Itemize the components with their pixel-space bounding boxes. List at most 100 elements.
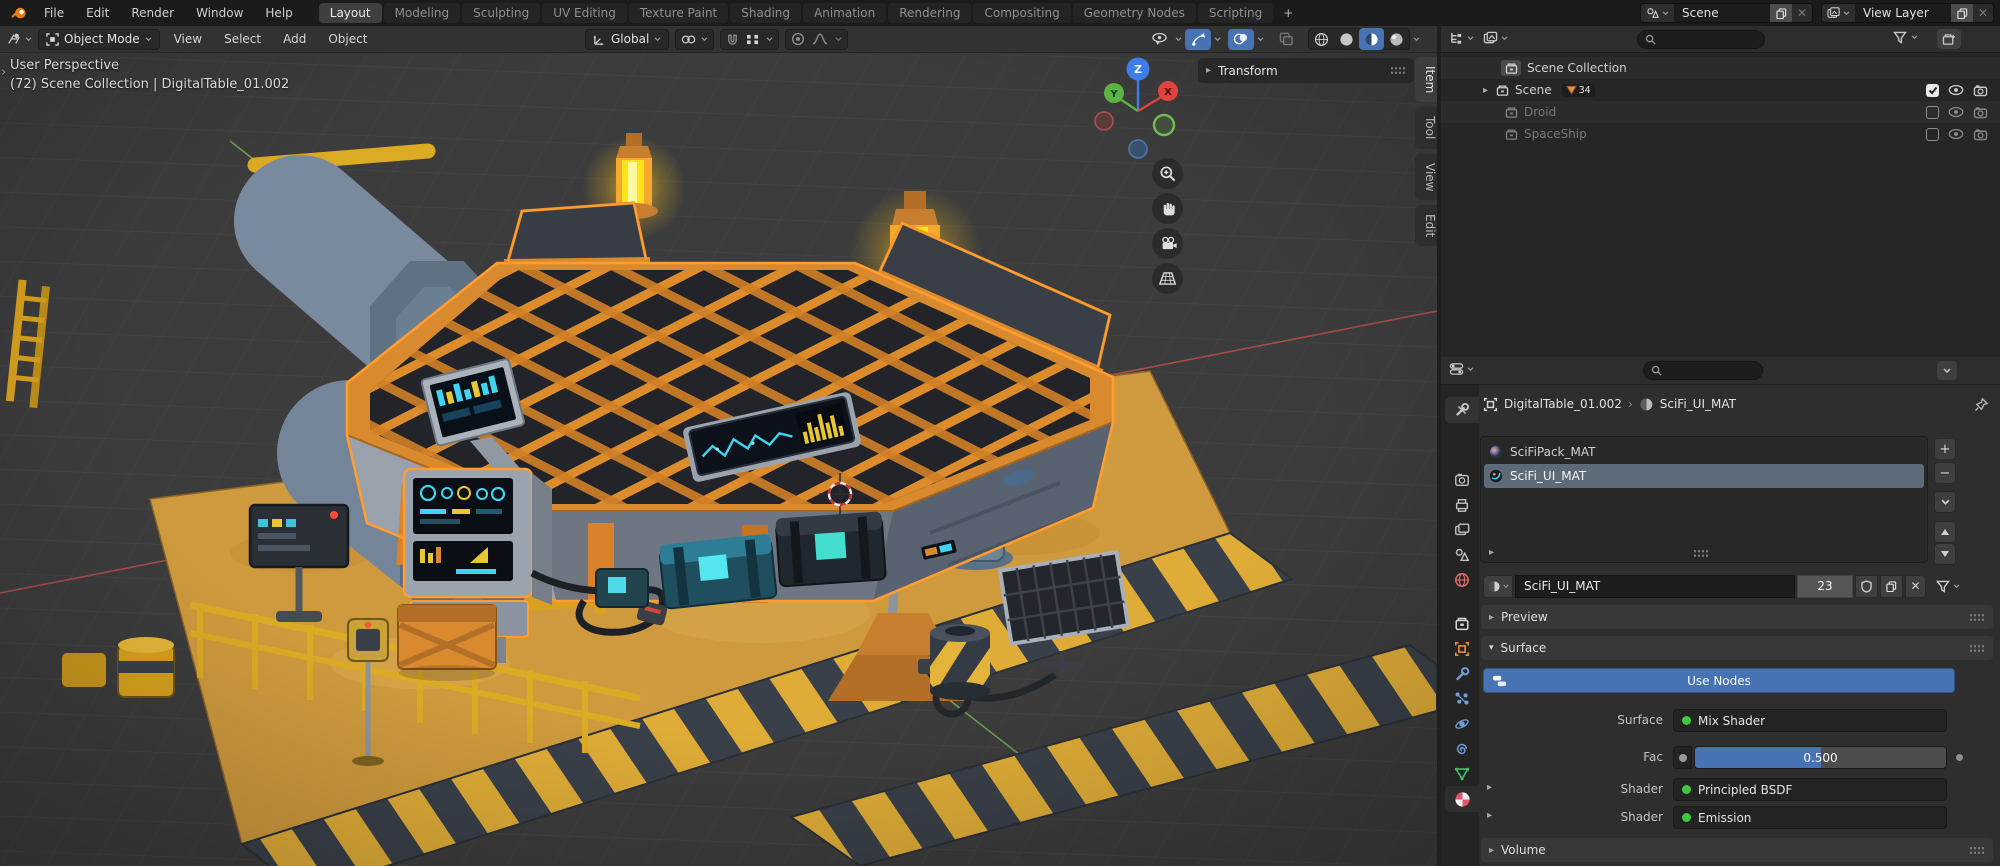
tab-scripting[interactable]: Scripting	[1198, 3, 1273, 23]
sidebar-tab-tool[interactable]: Tool	[1415, 107, 1437, 148]
pin-icon[interactable]	[1974, 397, 1989, 412]
expand-arrow-icon[interactable]: ▸	[1489, 547, 1494, 558]
outliner-search-input[interactable]	[1637, 30, 1765, 49]
menu-add[interactable]: Add	[275, 32, 314, 46]
show-overlays-toggle[interactable]	[1228, 29, 1254, 50]
link-material-dropdown[interactable]	[1936, 580, 1960, 593]
tab-rendering[interactable]: Rendering	[888, 3, 971, 23]
view-layer-browse-button[interactable]	[1822, 4, 1855, 22]
view-layer-copy-button[interactable]	[1951, 4, 1973, 22]
transform-orientation-dropdown[interactable]: Global	[585, 29, 669, 50]
tab-collection[interactable]	[1445, 611, 1479, 637]
tab-physics[interactable]	[1445, 711, 1479, 737]
tab-material[interactable]	[1445, 786, 1479, 812]
exclude-checkbox[interactable]	[1926, 106, 1939, 119]
sidebar-tab-edit[interactable]: Edit	[1415, 205, 1437, 246]
tab-animation[interactable]: Animation	[803, 3, 886, 23]
remove-slot-button[interactable]: −	[1934, 462, 1956, 484]
blender-logo[interactable]	[6, 6, 32, 21]
disable-render-camera-icon[interactable]	[1973, 128, 1988, 141]
exclude-checkbox[interactable]	[1926, 128, 1939, 141]
properties-search-input[interactable]	[1643, 361, 1763, 380]
new-collection-button[interactable]	[1937, 29, 1961, 49]
shader1-field[interactable]: Principled BSDF	[1673, 778, 1947, 801]
viewport-canvas[interactable]	[0, 53, 1437, 866]
shading-wireframe-button[interactable]	[1309, 28, 1334, 50]
outliner-row-scene[interactable]: ▸ Scene 34	[1441, 79, 2000, 101]
zoom-button[interactable]	[1152, 158, 1183, 189]
tab-object[interactable]	[1445, 636, 1479, 662]
chevron-down-icon[interactable]	[1214, 37, 1221, 42]
outliner-row-spaceship[interactable]: SpaceShip	[1441, 123, 2000, 145]
menu-window[interactable]: Window	[186, 0, 253, 26]
pivot-point-dropdown[interactable]	[675, 29, 714, 50]
viewport[interactable]: › User Perspective (72) Scene Collection…	[0, 53, 1437, 866]
panel-grip[interactable]	[1969, 644, 1985, 653]
tab-render[interactable]	[1445, 467, 1479, 493]
snap-magnet-icon[interactable]	[726, 33, 739, 46]
material-name-field[interactable]: SciFi_UI_MAT	[1515, 575, 1795, 598]
view-layer-remove-button[interactable]: ✕	[1973, 4, 1993, 22]
fac-slider[interactable]: 0.500	[1694, 746, 1947, 769]
surface-shader-field[interactable]: Mix Shader	[1673, 709, 1947, 732]
outliner-display-mode-button[interactable]	[1483, 31, 1508, 45]
chevron-down-icon[interactable]	[1175, 37, 1182, 42]
unlink-material-button[interactable]: ✕	[1905, 575, 1926, 598]
panel-grip[interactable]	[1969, 846, 1985, 855]
shader2-field[interactable]: Emission	[1673, 806, 1947, 829]
shading-material-preview-button[interactable]	[1359, 28, 1384, 50]
tab-sculpting[interactable]: Sculpting	[462, 3, 540, 23]
disable-render-camera-icon[interactable]	[1973, 106, 1988, 119]
surface-panel-header[interactable]: ▾ Surface	[1481, 636, 1993, 660]
tab-modifiers[interactable]	[1445, 661, 1479, 687]
xray-toggle[interactable]	[1273, 29, 1299, 50]
navigation-gizmo[interactable]: Z Y X	[1090, 55, 1190, 160]
slot-scifi-ui[interactable]: SciFi_UI_MAT	[1484, 464, 1924, 488]
properties-options-button[interactable]	[1937, 361, 1957, 380]
outliner-row-scene-collection[interactable]: Scene Collection	[1441, 57, 2000, 79]
expand-arrow-icon[interactable]: ▸	[1483, 85, 1488, 96]
tab-geometry-nodes[interactable]: Geometry Nodes	[1073, 3, 1196, 23]
properties-editor-type-button[interactable]	[1449, 362, 1474, 376]
snap-target-icon[interactable]	[746, 34, 759, 45]
camera-view-button[interactable]	[1152, 228, 1183, 259]
fake-user-shield-button[interactable]	[1855, 575, 1878, 598]
outliner-row-droid[interactable]: Droid	[1441, 101, 2000, 123]
volume-panel-header[interactable]: ▸ Volume	[1481, 838, 1993, 862]
tab-particles[interactable]	[1445, 686, 1479, 712]
animate-decorator-dot[interactable]	[1956, 754, 1963, 761]
tab-scene[interactable]	[1445, 542, 1479, 568]
move-slot-up-button[interactable]	[1934, 521, 1956, 543]
disable-render-camera-icon[interactable]	[1973, 84, 1988, 97]
add-workspace-button[interactable]: +	[1275, 4, 1301, 22]
tab-tool[interactable]	[1445, 397, 1479, 423]
move-slot-down-button[interactable]	[1934, 543, 1956, 565]
chevron-down-icon[interactable]	[1413, 37, 1420, 42]
pan-hand-button[interactable]	[1152, 193, 1183, 224]
breadcrumb-material[interactable]: SciFi_UI_MAT	[1660, 397, 1736, 411]
hide-eye-icon[interactable]	[1948, 106, 1964, 118]
editor-type-button[interactable]	[6, 32, 32, 46]
outliner-editor-type-button[interactable]	[1449, 31, 1474, 45]
scene-copy-button[interactable]	[1770, 4, 1792, 22]
tab-modeling[interactable]: Modeling	[384, 3, 461, 23]
add-slot-button[interactable]: +	[1934, 438, 1956, 460]
tab-shading[interactable]: Shading	[730, 3, 801, 23]
sidebar-tab-view[interactable]: View	[1415, 154, 1437, 200]
perspective-toggle-button[interactable]	[1152, 263, 1183, 294]
hide-eye-icon[interactable]	[1948, 84, 1964, 96]
preview-panel-header[interactable]: ▸ Preview	[1481, 605, 1993, 629]
list-resize-grip[interactable]	[1693, 549, 1709, 558]
hide-eye-icon[interactable]	[1948, 128, 1964, 140]
shading-solid-button[interactable]	[1334, 28, 1359, 50]
tab-view-layer[interactable]	[1445, 517, 1479, 543]
menu-select[interactable]: Select	[216, 32, 269, 46]
outliner-filter-button[interactable]	[1893, 31, 1918, 44]
falloff-curve-icon[interactable]	[812, 33, 828, 45]
chevron-down-icon[interactable]	[1257, 37, 1264, 42]
tab-output[interactable]	[1445, 492, 1479, 518]
menu-edit[interactable]: Edit	[76, 0, 119, 26]
scene-name[interactable]: Scene	[1674, 4, 1770, 22]
scene-browse-button[interactable]	[1641, 4, 1674, 22]
show-gizmo-toggle[interactable]	[1185, 29, 1211, 50]
